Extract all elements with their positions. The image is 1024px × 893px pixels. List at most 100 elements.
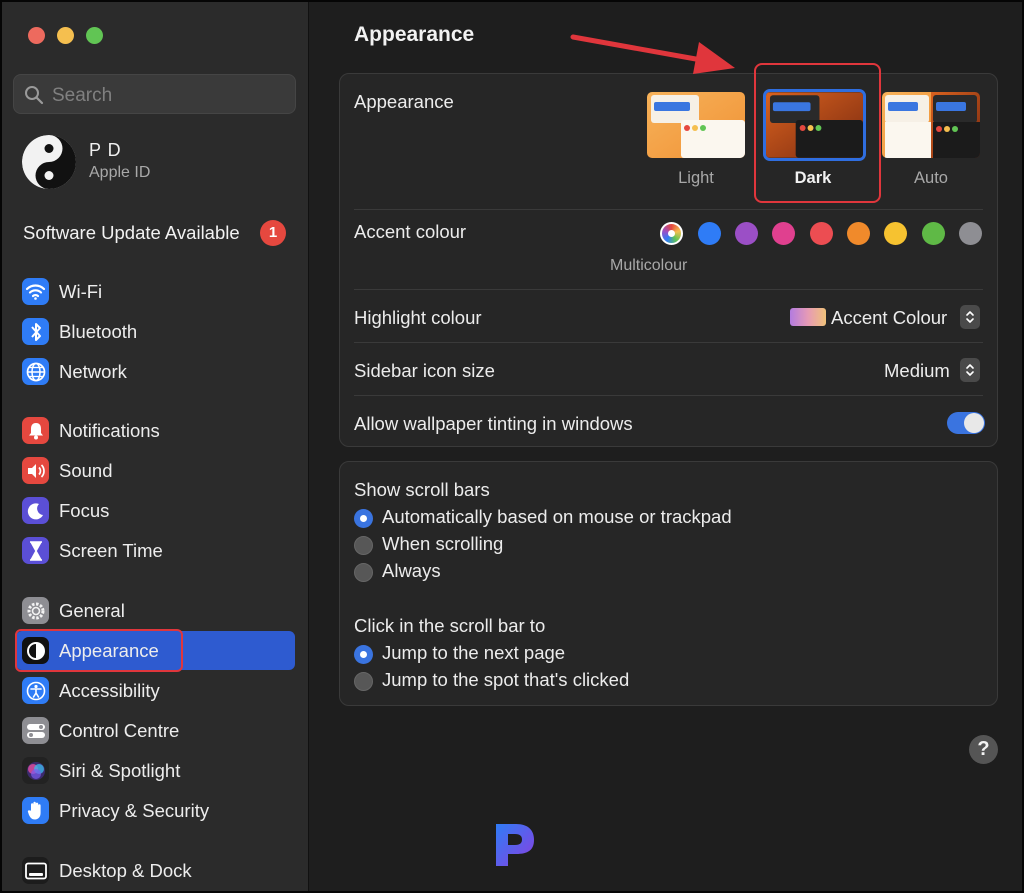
appearance-option-light[interactable] (647, 92, 745, 158)
wallpaper-tinting-label: Allow wallpaper tinting in windows (354, 413, 633, 434)
software-update-label: Software Update Available (23, 222, 240, 243)
zoom-window-button[interactable] (86, 27, 103, 44)
sidebar-item-focus[interactable]: Focus (16, 491, 295, 530)
sidebar-item-label: Desktop & Dock (59, 860, 192, 881)
highlight-colour-label: Highlight colour (354, 307, 482, 328)
search-icon (25, 86, 44, 105)
software-update-item[interactable]: Software Update Available 1 (23, 220, 293, 248)
sidebar-item-label: Privacy & Security (59, 800, 210, 821)
divider (354, 395, 983, 396)
appearance-option-label: Light (678, 169, 714, 187)
annotation-arrow-icon (570, 34, 735, 74)
globe-icon (22, 358, 49, 385)
apple-id-profile[interactable]: P D Apple ID (22, 135, 282, 190)
gear-icon (22, 597, 49, 624)
divider (354, 209, 983, 210)
radio-label: When scrolling (382, 533, 504, 554)
sidebar-item-label: Network (59, 361, 127, 382)
accent-swatch-pink[interactable] (772, 222, 795, 245)
close-window-button[interactable] (28, 27, 45, 44)
sidebar-item-screen-time[interactable]: Screen Time (16, 531, 295, 570)
settings-window: Search P D Apple ID Software Update Avai… (0, 0, 1024, 893)
help-button[interactable]: ? (969, 735, 998, 764)
sidebar-item-wifi[interactable]: Wi-Fi (16, 272, 295, 311)
sidebar-item-notifications[interactable]: Notifications (16, 411, 295, 450)
sidebar-item-privacy-security[interactable]: Privacy & Security (16, 791, 295, 830)
sidebar-item-general[interactable]: General (16, 591, 295, 630)
search-placeholder: Search (52, 85, 113, 106)
update-count-badge: 1 (260, 220, 286, 246)
wifi-icon (22, 278, 49, 305)
page-title: Appearance (354, 23, 475, 46)
annotation-highlight-box (15, 629, 183, 672)
bell-icon (22, 417, 49, 444)
sidebar-item-siri-spotlight[interactable]: Siri & Spotlight (16, 751, 295, 790)
sidebar-item-desktop-dock[interactable]: Desktop & Dock (16, 851, 295, 890)
accent-swatch-multicolour[interactable] (660, 222, 683, 245)
radio-label: Jump to the spot that's clicked (382, 669, 630, 690)
divider (354, 342, 983, 343)
chevron-up-down-icon[interactable] (960, 305, 980, 329)
profile-subtitle: Apple ID (89, 164, 151, 181)
sidebar-item-label: Control Centre (59, 720, 180, 741)
sidebar-item-label: Sound (59, 460, 113, 481)
light-mode-preview (647, 92, 745, 158)
search-field[interactable]: Search (13, 74, 296, 114)
accent-swatch-green[interactable] (922, 222, 945, 245)
sidebar-icon-size-popup[interactable]: Medium (884, 360, 950, 382)
sidebar-item-label: General (59, 600, 125, 621)
sidebar-item-label: Siri & Spotlight (59, 760, 181, 781)
radio-button[interactable] (354, 536, 373, 555)
sidebar: Search P D Apple ID Software Update Avai… (2, 2, 309, 891)
appearance-option-label: Auto (914, 169, 948, 187)
sidebar-item-label: Notifications (59, 420, 160, 441)
avatar (22, 135, 76, 189)
appearance-option-auto[interactable] (882, 92, 980, 158)
sidebar-icon-size-label: Sidebar icon size (354, 360, 495, 381)
auto-mode-preview (882, 92, 980, 158)
wallpaper-tinting-toggle[interactable] (947, 412, 985, 434)
accent-swatch-orange[interactable] (847, 222, 870, 245)
scroll-settings-group: Show scroll bars Automatically based on … (339, 461, 998, 706)
bluetooth-icon (22, 318, 49, 345)
accent-swatch-purple[interactable] (735, 222, 758, 245)
sidebar-item-accessibility[interactable]: Accessibility (16, 671, 295, 710)
radio-button[interactable] (354, 563, 373, 582)
appearance-row-label: Appearance (354, 91, 454, 112)
moon-icon (22, 497, 49, 524)
speaker-icon (22, 457, 49, 484)
sidebar-item-network[interactable]: Network (16, 352, 295, 391)
sidebar-item-bluetooth[interactable]: Bluetooth (16, 312, 295, 351)
sidebar-item-label: Bluetooth (59, 321, 138, 342)
sidebar-item-label: Focus (59, 500, 110, 521)
radio-button[interactable] (354, 672, 373, 691)
minimize-window-button[interactable] (57, 27, 74, 44)
siri-icon (22, 757, 49, 784)
sidebar-item-label: Wi-Fi (59, 281, 103, 302)
accent-colour-label: Accent colour (354, 221, 467, 242)
radio-label: Always (382, 560, 441, 581)
appearance-settings-group: Appearance Light Dark Auto Accent colour… (339, 63, 998, 447)
highlight-colour-popup[interactable]: Accent Colour (831, 307, 947, 329)
yin-yang-icon (22, 135, 76, 189)
accent-swatch-blue[interactable] (698, 222, 721, 245)
accent-swatch-yellow[interactable] (884, 222, 907, 245)
profile-name: P D (89, 140, 122, 160)
accessibility-icon (22, 677, 49, 704)
accent-swatch-red[interactable] (810, 222, 833, 245)
radio-button-selected[interactable] (354, 645, 373, 664)
click-scroll-label: Click in the scroll bar to (354, 615, 546, 636)
chevron-up-down-icon[interactable] (960, 358, 980, 382)
sidebar-item-label: Accessibility (59, 680, 160, 701)
radio-label: Automatically based on mouse or trackpad (382, 506, 732, 527)
sidebar-item-label: Screen Time (59, 540, 163, 561)
watermark-logo-icon (496, 824, 534, 866)
sidebar-item-sound[interactable]: Sound (16, 451, 295, 490)
accent-selected-name: Multicolour (610, 257, 688, 274)
radio-button-selected[interactable] (354, 509, 373, 528)
hourglass-icon (22, 537, 49, 564)
divider (354, 289, 983, 290)
accent-swatch-graphite[interactable] (959, 222, 982, 245)
sidebar-item-control-centre[interactable]: Control Centre (16, 711, 295, 750)
hand-icon (22, 797, 49, 824)
